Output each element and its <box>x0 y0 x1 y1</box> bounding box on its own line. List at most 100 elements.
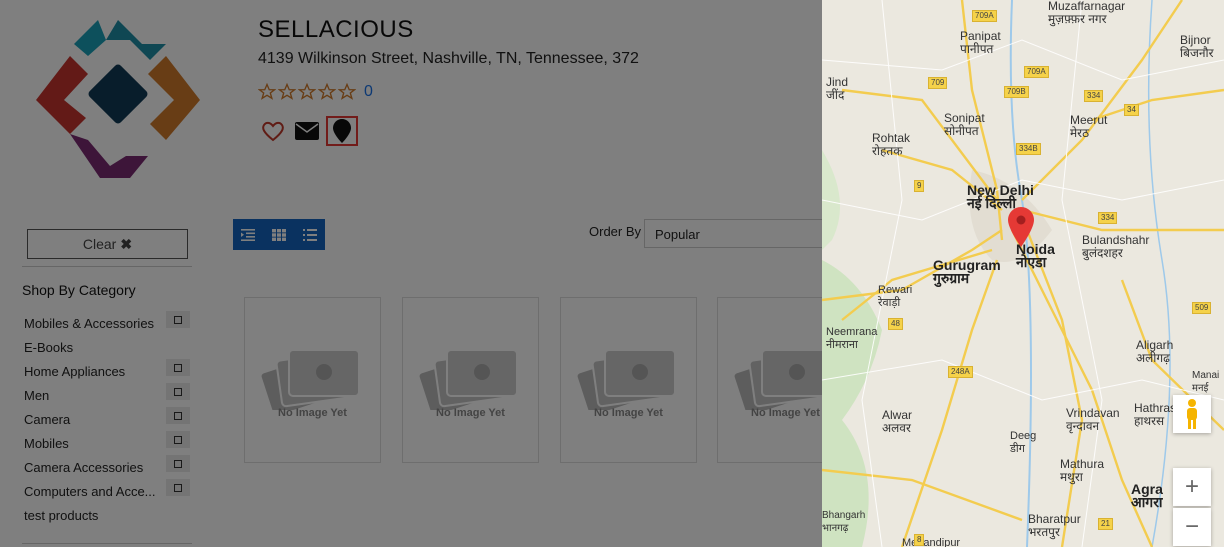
image-placeholder-icon <box>259 349 360 410</box>
map-label: Bijnor बिजनौर <box>1180 33 1214 60</box>
category-item[interactable]: Home Appliances <box>24 359 190 383</box>
map-canvas[interactable] <box>822 0 1224 547</box>
list-icon <box>302 228 317 241</box>
no-image-label: No Image Yet <box>594 407 663 419</box>
indent-list-icon <box>241 228 256 241</box>
map-label: Jind जींद <box>826 75 849 102</box>
highway-shield: 709A <box>1024 66 1049 78</box>
map-label: Rohtak रोहतक <box>872 131 911 158</box>
category-item[interactable]: Computers and Acce... <box>24 479 190 503</box>
map-label: Agra आगरा <box>1131 481 1163 510</box>
store-name: SELLACIOUS <box>258 16 414 43</box>
no-image-label: No Image Yet <box>436 407 505 419</box>
rating: 0 <box>258 83 373 101</box>
star-icon <box>298 83 316 100</box>
street-view-pegman-icon[interactable] <box>1173 395 1211 433</box>
grid-icon <box>272 228 286 241</box>
map-marker-icon[interactable] <box>1008 207 1034 247</box>
map-marker-icon <box>333 119 351 143</box>
map-label: Gurugram गुरुग्राम <box>933 257 1001 286</box>
store-page: SELLACIOUS 4139 Wilkinson Street, Nashvi… <box>0 0 822 547</box>
category-list: Mobiles & Accessories E-Books Home Appli… <box>24 311 190 527</box>
view-toggle <box>233 219 325 250</box>
highway-shield: 509 <box>1192 302 1212 314</box>
list-view-button[interactable] <box>294 219 325 250</box>
map-label: Hathras हाथरस <box>1134 401 1177 428</box>
highway-shield: 334 <box>1084 90 1104 102</box>
clear-label: Clear <box>82 236 117 252</box>
map-label: Vrindavan वृन्दावन <box>1066 406 1120 433</box>
map-label: Mehandipur <box>902 537 961 547</box>
expand-icon[interactable] <box>166 383 190 400</box>
highway-shield: 709 <box>928 77 948 89</box>
category-item[interactable]: Camera <box>24 407 190 431</box>
highway-shield: 248A <box>948 366 973 378</box>
map-label: Deeg डीग <box>1010 430 1037 455</box>
highway-shield: 334 <box>1098 212 1118 224</box>
no-image-label: No Image Yet <box>278 407 347 419</box>
order-by-label: Order By <box>589 224 642 239</box>
highway-shield: 9 <box>914 180 925 192</box>
envelope-icon <box>295 122 319 140</box>
order-by-select[interactable]: Popular <box>644 219 822 248</box>
expand-icon[interactable] <box>166 431 190 448</box>
category-title: Shop By Category <box>22 282 136 298</box>
location-button[interactable] <box>326 116 358 146</box>
category-item[interactable]: E-Books <box>24 335 190 359</box>
expand-icon[interactable] <box>166 407 190 424</box>
no-image-label: No Image Yet <box>751 407 820 419</box>
expand-icon[interactable] <box>166 359 190 376</box>
grid-view-button[interactable] <box>264 219 295 250</box>
map-label: Manai मनई <box>1192 370 1220 394</box>
rating-count[interactable]: 0 <box>364 83 373 101</box>
heart-icon <box>262 121 284 142</box>
close-icon: ✖ <box>120 235 133 252</box>
map-label: Sonipat सोनीपत <box>944 111 985 138</box>
highway-shield: 8 <box>914 534 925 546</box>
star-icon <box>258 83 276 100</box>
divider <box>22 543 192 544</box>
expand-icon[interactable] <box>166 455 190 472</box>
map-label: Aligarh अलीगढ़ <box>1136 338 1174 365</box>
product-card[interactable]: No Image Yet <box>560 297 697 463</box>
highway-shield: 34 <box>1124 104 1139 116</box>
image-placeholder-icon <box>732 349 822 410</box>
zoom-in-button[interactable]: + <box>1173 468 1211 506</box>
product-card[interactable]: No Image Yet <box>244 297 381 463</box>
map-label: Neemrana नीमराना <box>826 326 878 351</box>
expand-icon[interactable] <box>166 479 190 496</box>
email-button[interactable] <box>292 116 322 146</box>
image-placeholder-icon <box>417 349 518 410</box>
zoom-out-button[interactable]: − <box>1173 508 1211 546</box>
star-icon <box>338 83 356 100</box>
map-label: Muzaffarnagar मुज़फ़्फ़र नगर <box>1048 0 1126 26</box>
map-label: Panipat पानीपत <box>960 29 1001 56</box>
star-icon <box>318 83 336 100</box>
pegman-icon <box>1187 399 1197 429</box>
map-label: Mathura मथुरा <box>1060 457 1105 484</box>
map-label: Meerut मेरठ <box>1070 113 1108 140</box>
store-actions <box>258 116 362 146</box>
expand-icon[interactable] <box>166 311 190 328</box>
store-logo <box>36 20 200 178</box>
clear-filter-button[interactable]: Clear ✖ <box>27 229 188 259</box>
product-card[interactable]: No Image Yet <box>717 297 822 463</box>
product-card[interactable]: No Image Yet <box>402 297 539 463</box>
category-item[interactable]: Camera Accessories <box>24 455 190 479</box>
category-item[interactable]: Mobiles <box>24 431 190 455</box>
highway-shield: 709B <box>1004 86 1029 98</box>
favorite-button[interactable] <box>258 116 288 146</box>
image-placeholder-icon <box>575 349 676 410</box>
store-address: 4139 Wilkinson Street, Nashville, TN, Te… <box>258 50 639 67</box>
map-label: Rewari रेवाड़ी <box>878 284 913 309</box>
category-item[interactable]: Mobiles & Accessories <box>24 311 190 335</box>
category-item[interactable]: Men <box>24 383 190 407</box>
map-label: Bulandshahr बुलंदशहर <box>1082 233 1150 260</box>
compact-view-button[interactable] <box>233 219 264 250</box>
divider <box>22 266 192 267</box>
map-label: Bhangarh भानगढ़ <box>822 510 866 534</box>
category-item[interactable]: test products <box>24 503 190 527</box>
highway-shield: 709A <box>972 10 997 22</box>
map-label: Bharatpur भरतपुर <box>1028 512 1081 539</box>
map-panel[interactable]: Muzaffarnagar मुज़फ़्फ़र नगर Panipat पानीप… <box>822 0 1224 547</box>
